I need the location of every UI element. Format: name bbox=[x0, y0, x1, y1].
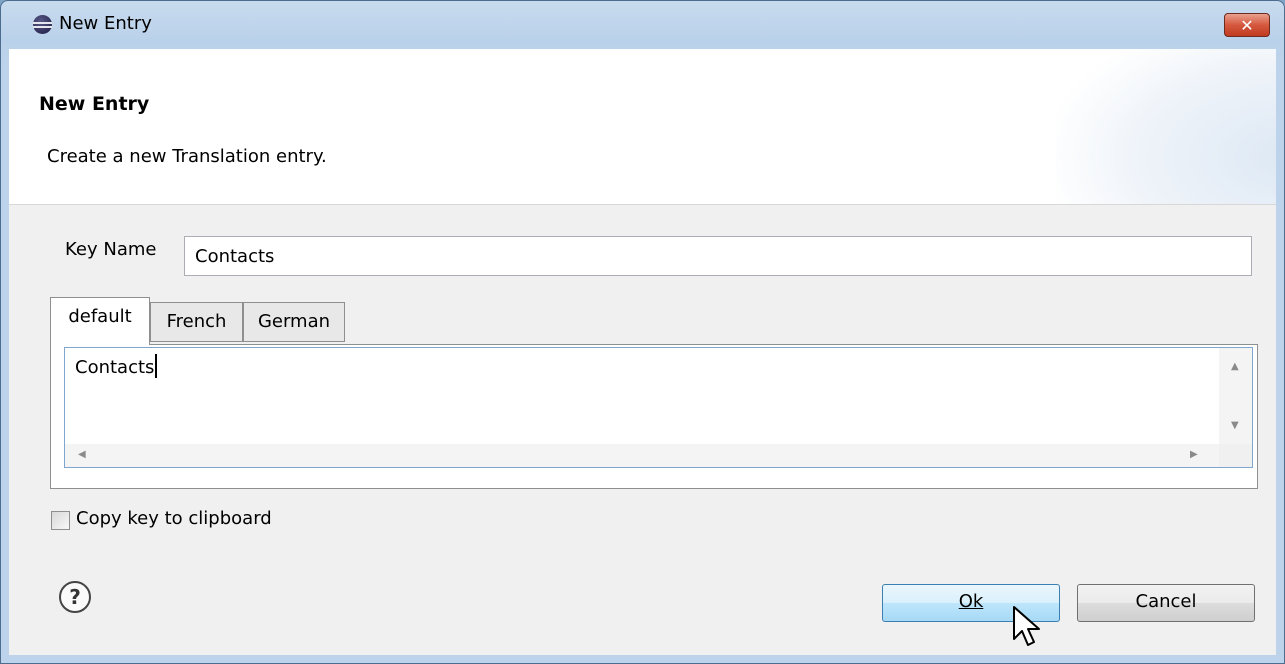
title-bar: New Entry ✕ bbox=[1, 1, 1284, 49]
header-decoration bbox=[1056, 49, 1276, 204]
translation-text: Contacts bbox=[75, 357, 155, 378]
mouse-pointer-icon bbox=[1013, 606, 1040, 646]
eclipse-app-icon bbox=[33, 15, 52, 34]
dialog-heading: New Entry bbox=[39, 93, 150, 115]
scroll-down-icon[interactable]: ▼ bbox=[1231, 421, 1239, 431]
dialog-header: New Entry Create a new Translation entry… bbox=[9, 49, 1276, 204]
copy-key-checkbox[interactable] bbox=[51, 511, 70, 530]
translation-text-area[interactable]: Contacts bbox=[64, 347, 1219, 444]
dialog-description: Create a new Translation entry. bbox=[47, 146, 327, 167]
scroll-up-icon[interactable]: ▲ bbox=[1231, 362, 1239, 372]
scrollbar-corner bbox=[1219, 444, 1253, 468]
scroll-left-icon[interactable]: ◀ bbox=[78, 450, 86, 460]
tab-german[interactable]: German bbox=[243, 302, 345, 342]
copy-key-label[interactable]: Copy key to clipboard bbox=[76, 508, 272, 529]
key-name-label: Key Name bbox=[65, 239, 157, 260]
horizontal-scrollbar[interactable]: ◀ ▶ bbox=[64, 444, 1219, 468]
vertical-scrollbar[interactable]: ▲ ▼ bbox=[1219, 347, 1253, 444]
tab-french[interactable]: French bbox=[150, 302, 243, 342]
tab-panel: Contacts ▲ ▼ ◀ ▶ bbox=[50, 344, 1258, 489]
dialog-window: New Entry ✕ New Entry Create a new Trans… bbox=[0, 0, 1285, 664]
header-separator bbox=[9, 204, 1276, 205]
tab-default[interactable]: default bbox=[50, 297, 150, 345]
cancel-button[interactable]: Cancel bbox=[1077, 584, 1255, 622]
text-caret bbox=[155, 354, 158, 378]
scroll-right-icon[interactable]: ▶ bbox=[1190, 450, 1198, 460]
close-button[interactable]: ✕ bbox=[1224, 13, 1270, 37]
window-title: New Entry bbox=[59, 13, 152, 34]
help-icon[interactable]: ? bbox=[59, 581, 91, 613]
key-name-input[interactable] bbox=[184, 236, 1252, 276]
dialog-client-area: New Entry Create a new Translation entry… bbox=[9, 49, 1276, 655]
ok-button-label: Ok bbox=[958, 591, 984, 612]
